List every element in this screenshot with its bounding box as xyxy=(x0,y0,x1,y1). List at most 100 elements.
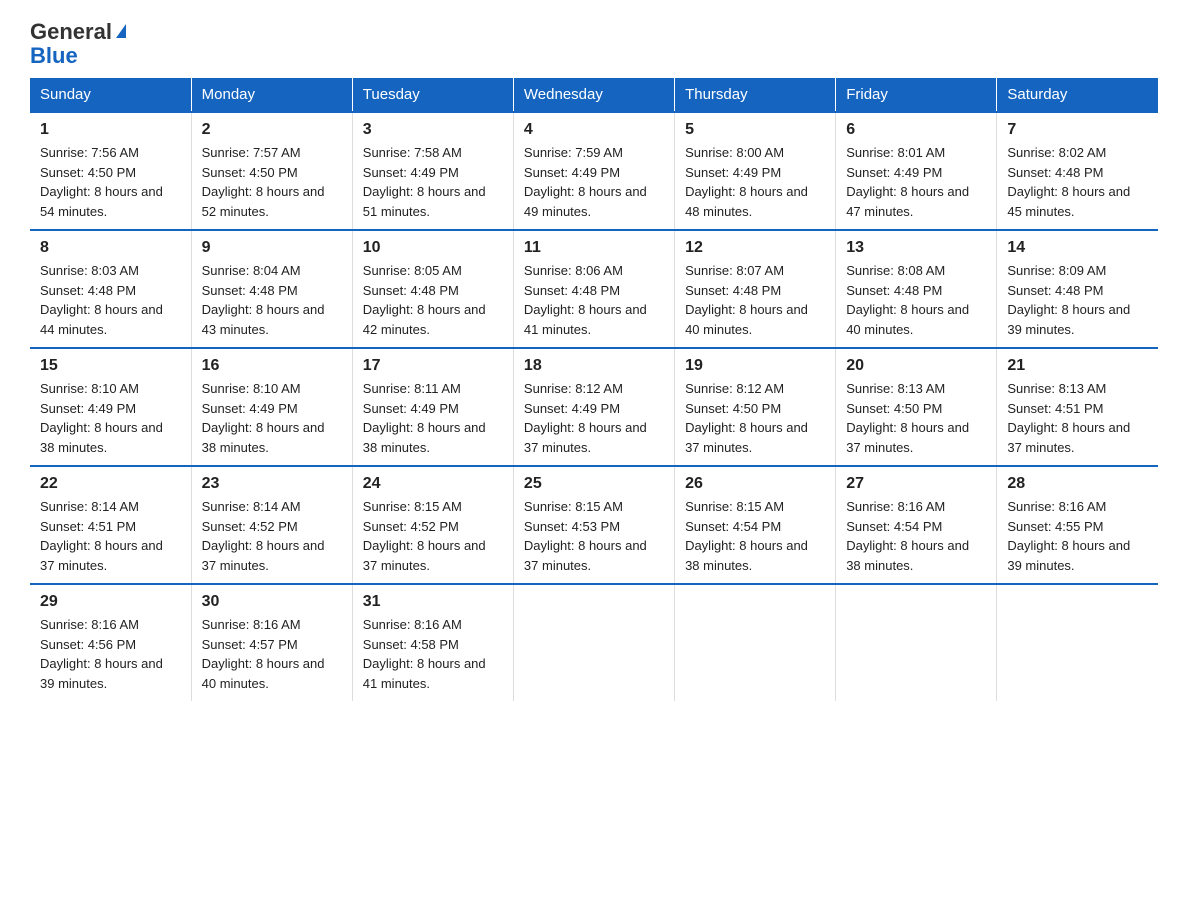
calendar-cell: 13 Sunrise: 8:08 AMSunset: 4:48 PMDayligh… xyxy=(836,230,997,348)
day-info: Sunrise: 8:14 AMSunset: 4:51 PMDaylight:… xyxy=(40,497,181,575)
logo: General Blue xyxy=(30,20,126,68)
day-info: Sunrise: 8:16 AMSunset: 4:55 PMDaylight:… xyxy=(1007,497,1148,575)
day-info: Sunrise: 8:16 AMSunset: 4:57 PMDaylight:… xyxy=(202,615,342,693)
calendar-cell: 20 Sunrise: 8:13 AMSunset: 4:50 PMDayligh… xyxy=(836,348,997,466)
header-day-tuesday: Tuesday xyxy=(352,78,513,112)
day-number: 4 xyxy=(524,121,664,139)
day-info: Sunrise: 8:13 AMSunset: 4:50 PMDaylight:… xyxy=(846,379,986,457)
day-number: 15 xyxy=(40,357,181,375)
day-info: Sunrise: 8:07 AMSunset: 4:48 PMDaylight:… xyxy=(685,261,825,339)
calendar-cell: 15 Sunrise: 8:10 AMSunset: 4:49 PMDayligh… xyxy=(30,348,191,466)
header-day-thursday: Thursday xyxy=(675,78,836,112)
calendar-cell: 9Sunrise: 8:04 AMSunset: 4:48 PMDaylight… xyxy=(191,230,352,348)
calendar-cell xyxy=(836,584,997,701)
calendar-cell: 25 Sunrise: 8:15 AMSunset: 4:53 PMDayligh… xyxy=(513,466,674,584)
header-day-wednesday: Wednesday xyxy=(513,78,674,112)
calendar-cell: 12 Sunrise: 8:07 AMSunset: 4:48 PMDayligh… xyxy=(675,230,836,348)
header-day-sunday: Sunday xyxy=(30,78,191,112)
calendar-cell xyxy=(997,584,1158,701)
day-number: 7 xyxy=(1007,121,1148,139)
calendar-week-row: 8 Sunrise: 8:03 AMSunset: 4:48 PMDaylight… xyxy=(30,230,1158,348)
day-info: Sunrise: 7:59 AMSunset: 4:49 PMDaylight:… xyxy=(524,143,664,221)
day-info: Sunrise: 8:11 AMSunset: 4:49 PMDaylight:… xyxy=(363,379,503,457)
day-info: Sunrise: 8:15 AMSunset: 4:53 PMDaylight:… xyxy=(524,497,664,575)
day-number: 30 xyxy=(202,593,342,611)
calendar-cell: 23Sunrise: 8:14 AMSunset: 4:52 PMDayligh… xyxy=(191,466,352,584)
calendar-cell: 18 Sunrise: 8:12 AMSunset: 4:49 PMDayligh… xyxy=(513,348,674,466)
day-info: Sunrise: 8:02 AMSunset: 4:48 PMDaylight:… xyxy=(1007,143,1148,221)
day-number: 3 xyxy=(363,121,503,139)
day-number: 5 xyxy=(685,121,825,139)
calendar-cell: 14Sunrise: 8:09 AMSunset: 4:48 PMDayligh… xyxy=(997,230,1158,348)
calendar-cell: 27 Sunrise: 8:16 AMSunset: 4:54 PMDayligh… xyxy=(836,466,997,584)
calendar-week-row: 15 Sunrise: 8:10 AMSunset: 4:49 PMDayligh… xyxy=(30,348,1158,466)
day-number: 18 xyxy=(524,357,664,375)
day-number: 13 xyxy=(846,239,986,257)
day-number: 14 xyxy=(1007,239,1148,257)
day-number: 1 xyxy=(40,121,181,139)
day-number: 2 xyxy=(202,121,342,139)
day-number: 12 xyxy=(685,239,825,257)
logo-general-text: General xyxy=(30,19,112,44)
day-number: 28 xyxy=(1007,475,1148,493)
day-info: Sunrise: 8:16 AMSunset: 4:56 PMDaylight:… xyxy=(40,615,181,693)
day-info: Sunrise: 8:15 AMSunset: 4:54 PMDaylight:… xyxy=(685,497,825,575)
day-info: Sunrise: 8:05 AMSunset: 4:48 PMDaylight:… xyxy=(363,261,503,339)
calendar-cell: 8 Sunrise: 8:03 AMSunset: 4:48 PMDaylight… xyxy=(30,230,191,348)
calendar-header-row: SundayMondayTuesdayWednesdayThursdayFrid… xyxy=(30,78,1158,112)
day-info: Sunrise: 8:04 AMSunset: 4:48 PMDaylight:… xyxy=(202,261,342,339)
day-info: Sunrise: 7:57 AMSunset: 4:50 PMDaylight:… xyxy=(202,143,342,221)
day-number: 31 xyxy=(363,593,503,611)
day-info: Sunrise: 8:10 AMSunset: 4:49 PMDaylight:… xyxy=(202,379,342,457)
day-number: 10 xyxy=(363,239,503,257)
calendar-cell: 22 Sunrise: 8:14 AMSunset: 4:51 PMDayligh… xyxy=(30,466,191,584)
header-day-saturday: Saturday xyxy=(997,78,1158,112)
day-info: Sunrise: 8:01 AMSunset: 4:49 PMDaylight:… xyxy=(846,143,986,221)
calendar-cell: 17 Sunrise: 8:11 AMSunset: 4:49 PMDayligh… xyxy=(352,348,513,466)
calendar-cell: 24Sunrise: 8:15 AMSunset: 4:52 PMDayligh… xyxy=(352,466,513,584)
calendar-cell: 4 Sunrise: 7:59 AMSunset: 4:49 PMDaylight… xyxy=(513,112,674,230)
day-info: Sunrise: 8:12 AMSunset: 4:50 PMDaylight:… xyxy=(685,379,825,457)
calendar-week-row: 22 Sunrise: 8:14 AMSunset: 4:51 PMDayligh… xyxy=(30,466,1158,584)
day-number: 24 xyxy=(363,475,503,493)
calendar-cell: 1 Sunrise: 7:56 AMSunset: 4:50 PMDaylight… xyxy=(30,112,191,230)
day-info: Sunrise: 8:00 AMSunset: 4:49 PMDaylight:… xyxy=(685,143,825,221)
logo-icon xyxy=(116,24,126,38)
header-day-monday: Monday xyxy=(191,78,352,112)
calendar-cell: 28 Sunrise: 8:16 AMSunset: 4:55 PMDayligh… xyxy=(997,466,1158,584)
calendar-cell: 16 Sunrise: 8:10 AMSunset: 4:49 PMDayligh… xyxy=(191,348,352,466)
logo-blue-text: Blue xyxy=(30,44,78,68)
day-info: Sunrise: 8:06 AMSunset: 4:48 PMDaylight:… xyxy=(524,261,664,339)
day-number: 26 xyxy=(685,475,825,493)
calendar-cell xyxy=(675,584,836,701)
day-number: 25 xyxy=(524,475,664,493)
day-number: 16 xyxy=(202,357,342,375)
calendar-cell xyxy=(513,584,674,701)
day-number: 8 xyxy=(40,239,181,257)
day-number: 20 xyxy=(846,357,986,375)
day-info: Sunrise: 8:16 AMSunset: 4:54 PMDaylight:… xyxy=(846,497,986,575)
day-info: Sunrise: 8:14 AMSunset: 4:52 PMDaylight:… xyxy=(202,497,342,575)
day-info: Sunrise: 8:16 AMSunset: 4:58 PMDaylight:… xyxy=(363,615,503,693)
calendar-week-row: 29 Sunrise: 8:16 AMSunset: 4:56 PMDayligh… xyxy=(30,584,1158,701)
day-info: Sunrise: 7:56 AMSunset: 4:50 PMDaylight:… xyxy=(40,143,181,221)
day-number: 27 xyxy=(846,475,986,493)
calendar-week-row: 1 Sunrise: 7:56 AMSunset: 4:50 PMDaylight… xyxy=(30,112,1158,230)
calendar-cell: 2 Sunrise: 7:57 AMSunset: 4:50 PMDaylight… xyxy=(191,112,352,230)
day-number: 6 xyxy=(846,121,986,139)
day-info: Sunrise: 8:13 AMSunset: 4:51 PMDaylight:… xyxy=(1007,379,1148,457)
day-info: Sunrise: 8:08 AMSunset: 4:48 PMDaylight:… xyxy=(846,261,986,339)
calendar-cell: 11Sunrise: 8:06 AMSunset: 4:48 PMDayligh… xyxy=(513,230,674,348)
calendar-cell: 31 Sunrise: 8:16 AMSunset: 4:58 PMDayligh… xyxy=(352,584,513,701)
calendar-cell: 19Sunrise: 8:12 AMSunset: 4:50 PMDayligh… xyxy=(675,348,836,466)
day-info: Sunrise: 8:10 AMSunset: 4:49 PMDaylight:… xyxy=(40,379,181,457)
day-number: 21 xyxy=(1007,357,1148,375)
day-info: Sunrise: 8:12 AMSunset: 4:49 PMDaylight:… xyxy=(524,379,664,457)
day-info: Sunrise: 8:03 AMSunset: 4:48 PMDaylight:… xyxy=(40,261,181,339)
day-number: 17 xyxy=(363,357,503,375)
calendar-table: SundayMondayTuesdayWednesdayThursdayFrid… xyxy=(30,78,1158,701)
day-number: 22 xyxy=(40,475,181,493)
calendar-cell: 6 Sunrise: 8:01 AMSunset: 4:49 PMDaylight… xyxy=(836,112,997,230)
calendar-cell: 3Sunrise: 7:58 AMSunset: 4:49 PMDaylight… xyxy=(352,112,513,230)
day-number: 29 xyxy=(40,593,181,611)
